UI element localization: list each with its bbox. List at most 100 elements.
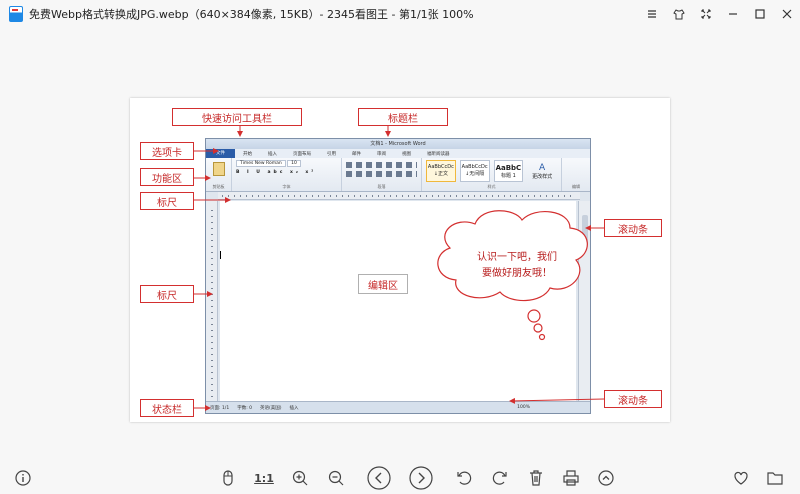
label-status-bar: 状态栏 — [140, 399, 194, 417]
bubble-text: 认识一下吧，我们 要做好朋友哦！ — [477, 252, 557, 279]
ribbon-group-styles: AaBbCcDc ↓正文 AaBbCcDc ↓无间隔 AaBbC 标题 1 A 更改样式… — [422, 158, 562, 191]
paragraph-buttons — [346, 162, 417, 168]
paste-icon — [212, 162, 225, 176]
label-quick-access-toolbar: 快速访问工具栏 — [172, 108, 302, 126]
maximize-icon — [754, 9, 765, 19]
label-scrollbar-right: 滚动条 — [604, 219, 662, 237]
status-words: 字数: 0 — [237, 405, 253, 411]
displayed-image[interactable]: 文档1 - Microsoft Word 文件 开始 插入 页面布局 引用 邮件… — [130, 98, 670, 422]
minimize-icon — [728, 13, 737, 15]
bottom-toolbar: 1:1 — [0, 462, 800, 494]
change-styles: A 更改样式 — [532, 163, 553, 180]
info-button[interactable] — [11, 466, 35, 490]
word-tab: 福昕阅读器 — [427, 151, 450, 157]
trash-icon — [530, 470, 542, 486]
info-icon — [15, 470, 31, 486]
favorite-button[interactable] — [729, 466, 753, 490]
status-zoom: 100% — [517, 405, 530, 410]
ribbon-group-label: 样式 — [487, 184, 496, 189]
style-no-spacing: AaBbCcDc ↓无间隔 — [459, 160, 490, 182]
rotate-left-icon — [457, 471, 472, 485]
word-tab: 插入 — [268, 151, 277, 157]
label-edit-area: 编辑区 — [358, 274, 408, 294]
word-tab: 页面布局 — [293, 151, 311, 157]
status-language: 英语(美国) — [260, 405, 282, 411]
ribbon-group-label: 剪贴板 — [212, 184, 225, 189]
font-size-box: 10 — [287, 160, 301, 167]
ribbon-group-label: 字体 — [282, 184, 291, 189]
font-format-buttons: B I U abc x₂ x² — [236, 170, 317, 175]
vertical-scrollbar — [578, 201, 590, 401]
window-titlebar: 免费Webp格式转换成JPG.webp（640×384像素, 15KB）- 23… — [0, 0, 800, 28]
label-title-bar: 标题栏 — [358, 108, 448, 126]
label-ruler-left: 标尺 — [140, 285, 194, 303]
ribbon-group-label: 编辑 — [572, 184, 580, 189]
style-heading-1: AaBbC 标题 1 — [493, 160, 524, 182]
previous-image-button[interactable] — [366, 465, 392, 491]
style-normal: AaBbCcDc ↓正文 — [426, 160, 456, 182]
document-area — [206, 201, 590, 401]
print-button[interactable] — [559, 466, 583, 490]
maximize-button[interactable] — [746, 0, 773, 28]
word-tab: 引用 — [327, 151, 336, 157]
printer-icon — [563, 470, 579, 486]
styles-gallery: AaBbCcDc ↓正文 AaBbCcDc ↓无间隔 AaBbC 标题 1 A 更改样式 — [426, 160, 557, 182]
word-tab: 文件 — [206, 149, 235, 158]
zoom-in-icon — [292, 470, 308, 486]
mouse-icon — [223, 470, 233, 486]
label-ruler-top: 标尺 — [140, 192, 194, 210]
close-icon — [782, 9, 791, 19]
zoom-out-button[interactable] — [324, 466, 348, 490]
ribbon-group-editing: 编辑 — [562, 158, 590, 191]
chevron-up-circle-icon — [598, 470, 614, 486]
font-name-box: Times New Roman — [236, 160, 286, 167]
actual-size-button[interactable]: 1:1 — [251, 466, 277, 490]
menu-icon — [647, 10, 656, 18]
zoom-out-icon — [328, 470, 344, 486]
window-controls — [638, 0, 800, 28]
text-cursor — [220, 251, 221, 259]
skin-icon — [672, 9, 685, 20]
mouse-mode-button[interactable] — [216, 466, 240, 490]
zoom-in-button[interactable] — [288, 466, 312, 490]
rotate-right-icon — [492, 471, 507, 485]
word-tab: 审阅 — [377, 151, 386, 157]
paragraph-buttons — [346, 171, 417, 177]
delete-button[interactable] — [524, 466, 548, 490]
word-tab: 开始 — [243, 151, 252, 157]
word-title-bar: 文档1 - Microsoft Word — [206, 139, 590, 149]
ribbon-group-paragraph: 段落 — [342, 158, 422, 191]
ribbon-group-clipboard: 剪贴板 — [206, 158, 232, 191]
word-tab-row: 文件 开始 插入 页面布局 引用 邮件 审阅 视图 福昕阅读器 — [206, 149, 590, 158]
word-tab: 邮件 — [352, 151, 361, 157]
menu-button[interactable] — [638, 0, 665, 28]
label-scrollbar-bottom: 滚动条 — [604, 390, 662, 408]
chevron-left-icon — [367, 466, 391, 490]
chevron-right-icon — [409, 466, 433, 490]
ribbon-group-font: Times New Roman 10 B I U abc x₂ x² 字体 — [232, 158, 342, 191]
vertical-ruler — [206, 201, 218, 401]
word-tab: 视图 — [402, 151, 411, 157]
folder-icon — [767, 472, 783, 485]
word-status-bar: 页面: 1/1 字数: 0 英语(美国) 插入 100% — [206, 401, 590, 413]
close-button[interactable] — [773, 0, 800, 28]
next-image-button[interactable] — [408, 465, 434, 491]
fullscreen-icon — [701, 9, 710, 19]
status-page: 页面: 1/1 — [210, 405, 230, 411]
minimize-button[interactable] — [719, 0, 746, 28]
rotate-right-button[interactable] — [488, 466, 512, 490]
app-logo-icon — [9, 6, 23, 22]
skin-button[interactable] — [665, 0, 692, 28]
status-mode: 插入 — [289, 405, 299, 411]
heart-icon — [734, 471, 748, 485]
ribbon-group-label: 段落 — [377, 184, 386, 189]
more-button[interactable] — [594, 466, 618, 490]
label-ribbon: 功能区 — [140, 168, 194, 186]
label-tabs: 选项卡 — [140, 142, 194, 160]
open-folder-button[interactable] — [763, 466, 787, 490]
fullscreen-button[interactable] — [692, 0, 719, 28]
window-title: 免费Webp格式转换成JPG.webp（640×384像素, 15KB）- 23… — [29, 8, 474, 21]
word-ribbon: 剪贴板 Times New Roman 10 B I U abc x₂ x² 字… — [206, 158, 590, 192]
document-page — [220, 201, 576, 401]
rotate-left-button[interactable] — [452, 466, 476, 490]
